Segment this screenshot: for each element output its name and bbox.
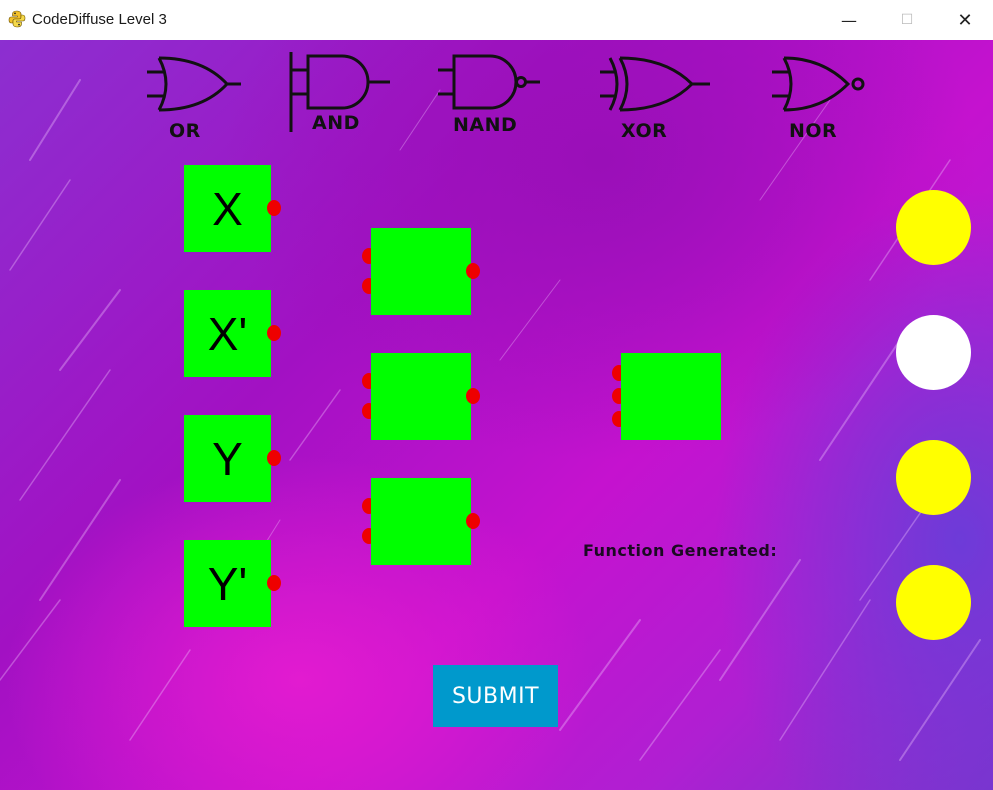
function-generated-label: Function Generated: — [583, 541, 778, 560]
window-titlebar: CodeDiffuse Level 3 — ☐ ✕ — [0, 0, 993, 41]
variable-x-not-box[interactable]: X' — [184, 290, 271, 377]
gate-slot-3-output[interactable] — [466, 513, 480, 529]
variable-y-box[interactable]: Y — [184, 415, 271, 502]
window-title: CodeDiffuse Level 3 — [32, 11, 167, 28]
gate-label-nor: NOR — [789, 120, 838, 142]
or-gate-icon — [147, 56, 241, 112]
gate-slot-1-output[interactable] — [466, 263, 480, 279]
variable-x-output-port[interactable] — [267, 200, 281, 216]
variable-x-not-output-port[interactable] — [267, 325, 281, 341]
python-app-icon — [8, 10, 26, 28]
output-lamp-4 — [896, 565, 971, 640]
xor-gate-icon — [600, 56, 710, 112]
variable-y-output-port[interactable] — [267, 450, 281, 466]
gate-slot-2-output[interactable] — [466, 388, 480, 404]
final-gate-slot[interactable] — [621, 353, 721, 440]
variable-y-not-box[interactable]: Y' — [184, 540, 271, 627]
gate-legend-or — [145, 52, 245, 116]
gate-legend-nor — [770, 52, 870, 116]
nand-gate-icon — [438, 54, 540, 110]
nor-gate-icon — [772, 56, 865, 112]
close-button[interactable]: ✕ — [936, 0, 993, 40]
output-lamp-3 — [896, 440, 971, 515]
variable-y-not-output-port[interactable] — [267, 575, 281, 591]
output-lamp-1 — [896, 190, 971, 265]
game-canvas: OR AND NAND XOR NOR X X' Y Y' Function G… — [0, 40, 993, 790]
variable-x-box[interactable]: X — [184, 165, 271, 252]
submit-button[interactable]: SUBMIT — [433, 665, 558, 727]
gate-legend-nand — [436, 50, 542, 114]
output-lamp-2 — [896, 315, 971, 390]
gate-label-nand: NAND — [453, 114, 518, 136]
maximize-button[interactable]: ☐ — [878, 0, 936, 40]
gate-slot-3[interactable] — [371, 478, 471, 565]
gate-slot-1[interactable] — [371, 228, 471, 315]
gate-slot-2[interactable] — [371, 353, 471, 440]
gate-label-xor: XOR — [621, 120, 668, 142]
gate-label-and: AND — [312, 112, 360, 134]
gate-label-or: OR — [169, 120, 201, 142]
minimize-button[interactable]: — — [820, 0, 878, 40]
gate-legend-xor — [598, 52, 712, 116]
